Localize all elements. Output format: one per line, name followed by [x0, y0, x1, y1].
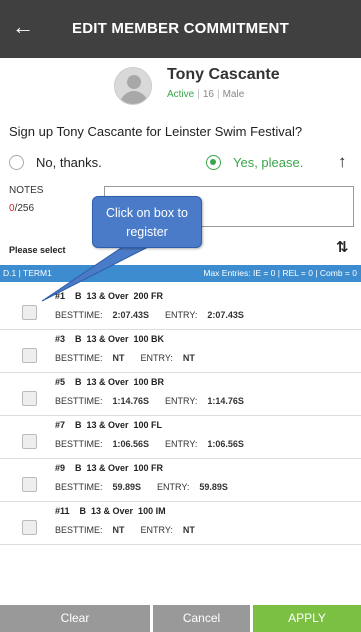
member-header: Tony Cascante Active | 16 | Male: [0, 58, 361, 114]
entry-time: NT: [182, 353, 195, 363]
callout-line-1: Click on box to: [106, 206, 188, 220]
event-number: #7: [55, 420, 66, 430]
event-title: #3 B 13 & Over 100 BK: [55, 334, 164, 344]
event-checkbox[interactable]: [22, 434, 37, 449]
event-desc: B 13 & Over 200 FR: [75, 291, 164, 301]
event-checkbox[interactable]: [22, 348, 37, 363]
best-time: 59.89S: [112, 482, 142, 492]
event-row: #11 B 13 & Over 100 IM BESTTIME: NT ENTRY: N…: [0, 502, 361, 545]
signup-options: No, thanks. Yes, please. ↑: [0, 152, 361, 182]
entry-label: ENTRY:: [140, 353, 173, 363]
event-times: BESTTIME: 1:14.76S ENTRY: 1:14.76S: [55, 396, 244, 406]
event-number: #1: [55, 291, 66, 301]
member-status: Active: [167, 89, 195, 100]
event-desc: B 13 & Over 100 FL: [75, 420, 163, 430]
entry-label: ENTRY:: [157, 482, 190, 492]
meta-separator: |: [216, 89, 220, 100]
best-time-label: BESTTIME:: [55, 525, 103, 535]
option-yes-label[interactable]: Yes, please.: [233, 155, 303, 170]
event-title: #7 B 13 & Over 100 FL: [55, 420, 162, 430]
notes-label: NOTES: [9, 185, 44, 196]
option-no-label[interactable]: No, thanks.: [36, 155, 102, 170]
page-title: EDIT MEMBER COMMITMENT: [72, 20, 289, 37]
event-checkbox[interactable]: [22, 305, 37, 320]
event-row: #1 B 13 & Over 200 FR BESTTIME: 2:07.43S EN…: [0, 287, 361, 330]
best-time: NT: [112, 525, 125, 535]
term-bar: D.1 | TERM1 Max Entries: IE = 0 | REL = …: [0, 265, 361, 282]
arrow-up-icon[interactable]: ↑: [338, 152, 347, 172]
notes-count: 0/256: [9, 203, 34, 214]
entry-label: ENTRY:: [140, 525, 173, 535]
event-title: #9 B 13 & Over 100 FR: [55, 463, 163, 473]
entry-time: 2:07.43S: [207, 310, 244, 320]
event-desc: B 13 & Over 100 FR: [75, 463, 164, 473]
clear-button[interactable]: Clear: [0, 605, 150, 632]
select-prompt: Please select: [9, 245, 66, 255]
event-row: #9 B 13 & Over 100 FR BESTTIME: 59.89S ENTR…: [0, 459, 361, 502]
event-number: #11: [55, 506, 70, 516]
best-time: 2:07.43S: [112, 310, 150, 320]
meta-separator: |: [197, 89, 200, 100]
best-time-label: BESTTIME:: [55, 353, 103, 363]
entry-time: 1:06.56S: [207, 439, 244, 449]
max-entries-label: Max Entries: IE = 0 | REL = 0 | Comb = 0: [203, 268, 357, 278]
event-number: #3: [55, 334, 66, 344]
entry-label: ENTRY:: [165, 310, 198, 320]
event-row: #5 B 13 & Over 100 BR BESTTIME: 1:14.76S EN…: [0, 373, 361, 416]
event-checkbox[interactable]: [22, 391, 37, 406]
entry-time: 1:14.76S: [207, 396, 244, 406]
member-meta: Active | 16 | Male: [167, 89, 244, 100]
footer-bar: Clear Cancel APPLY: [0, 602, 361, 632]
event-desc: B 13 & Over 100 IM: [79, 506, 166, 516]
event-title: #5 B 13 & Over 100 BR: [55, 377, 164, 387]
avatar-body: [120, 91, 148, 104]
event-desc: B 13 & Over 100 BR: [75, 377, 165, 387]
instruction-callout: Click on box to register: [92, 196, 202, 248]
event-row: #3 B 13 & Over 100 BK BESTTIME: NT ENTRY: NT: [0, 330, 361, 373]
event-checkbox[interactable]: [22, 477, 37, 492]
event-number: #5: [55, 377, 66, 387]
entry-label: ENTRY:: [165, 439, 198, 449]
member-name: Tony Cascante: [167, 66, 280, 83]
best-time-label: BESTTIME:: [55, 396, 103, 406]
event-number: #9: [55, 463, 66, 473]
event-checkbox[interactable]: [22, 520, 37, 535]
cancel-button[interactable]: Cancel: [153, 605, 250, 632]
event-times: BESTTIME: 59.89S ENTRY: 59.89S: [55, 482, 228, 492]
event-title: #1 B 13 & Over 200 FR: [55, 291, 163, 301]
event-times: BESTTIME: 1:06.56S ENTRY: 1:06.56S: [55, 439, 244, 449]
entry-label: ENTRY:: [165, 396, 198, 406]
radio-no[interactable]: [9, 155, 24, 170]
best-time-label: BESTTIME:: [55, 482, 103, 492]
top-bar: ← EDIT MEMBER COMMITMENT: [0, 0, 361, 58]
event-list: #1 B 13 & Over 200 FR BESTTIME: 2:07.43S EN…: [0, 287, 361, 545]
best-time: 1:06.56S: [112, 439, 150, 449]
sort-icon[interactable]: ⇅: [336, 238, 349, 256]
member-gender: Male: [222, 89, 245, 100]
best-time: 1:14.76S: [112, 396, 150, 406]
event-desc: B 13 & Over 100 BK: [75, 334, 165, 344]
event-times: BESTTIME: NT ENTRY: NT: [55, 525, 195, 535]
radio-yes[interactable]: [206, 155, 221, 170]
notes-limit: /256: [14, 203, 35, 214]
entry-time: 59.89S: [199, 482, 228, 492]
best-time-label: BESTTIME:: [55, 439, 103, 449]
entry-time: NT: [182, 525, 195, 535]
callout-line-2: register: [126, 225, 168, 239]
member-age: 16: [202, 89, 214, 100]
signup-prompt: Sign up Tony Cascante for Leinster Swim …: [9, 124, 303, 139]
apply-button[interactable]: APPLY: [253, 605, 361, 632]
event-row: #7 B 13 & Over 100 FL BESTTIME: 1:06.56S EN…: [0, 416, 361, 459]
avatar-head: [127, 75, 141, 89]
term-label: D.1 | TERM1: [3, 268, 52, 278]
event-times: BESTTIME: NT ENTRY: NT: [55, 353, 195, 363]
avatar: [114, 67, 152, 105]
event-times: BESTTIME: 2:07.43S ENTRY: 2:07.43S: [55, 310, 244, 320]
best-time: NT: [112, 353, 125, 363]
event-title: #11 B 13 & Over 100 IM: [55, 506, 166, 516]
best-time-label: BESTTIME:: [55, 310, 103, 320]
